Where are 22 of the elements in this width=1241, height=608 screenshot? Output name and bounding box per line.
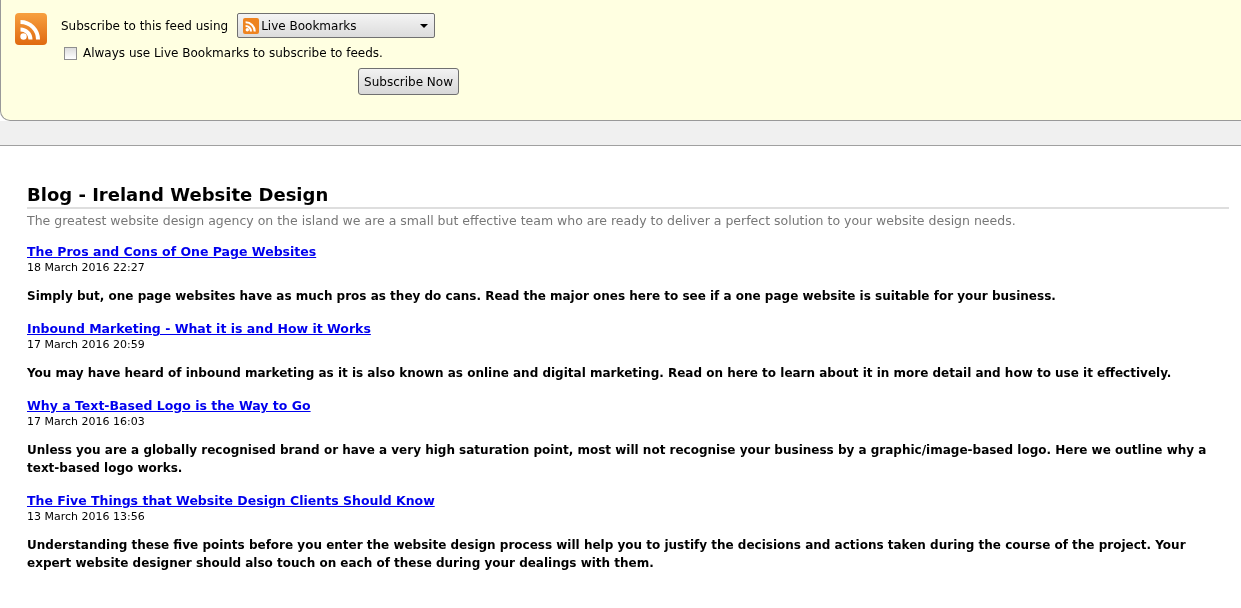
post-summary: Understanding these five points before you enter the website design process will help you to justify the decisions and actions taken during the course of the project. Your expert website designer should also touch on each of these during your dealings with them. [27,537,1187,572]
blog-title: Blog - Ireland Website Design [27,184,1229,209]
post-summary: Unless you are a globally recognised brand or have a very high saturation point, most will not recognise your business by a graphic/image-based logo. Here we outline why a text-based logo works. [27,442,1208,477]
checkbox[interactable] [64,46,77,60]
caret-icon [420,23,429,28]
post-title-link[interactable]: Inbound Marketing - What it is and How it Works [27,321,371,336]
post-date: 17 March 2016 16:03 [27,415,146,428]
checkbox-label: Always use Live Bookmarks to subscribe to feeds. [83,46,383,60]
post-title-link[interactable]: The Pros and Cons of One Page Websites [27,244,317,259]
post-summary: You may have heard of inbound marketing as it is also known as online and digital marketing. Read on here to learn about it in more detail and how to use it effectively. [27,365,1173,382]
post-title-link[interactable]: The Five Things that Website Design Clients Should Know [27,493,435,508]
reader-dropdown[interactable]: Live Bookmarks [237,13,436,38]
subscribe-button[interactable]: Subscribe Now [358,68,459,95]
post-date: 13 March 2016 13:56 [27,510,146,523]
post-summary: Simply but, one page websites have as much pros as they do cans. Read the major ones here to see if a one page website is suitable for your business. [27,288,1057,305]
rss-feed-icon [243,17,260,34]
post-date: 17 March 2016 20:59 [27,338,146,351]
post-date: 18 March 2016 22:27 [27,261,146,274]
post-title-link[interactable]: Why a Text-Based Logo is the Way to Go [27,398,311,413]
rss-feed-icon [15,13,47,45]
subscribe-label: Subscribe to this feed using [61,18,229,33]
blog-subtitle: The greatest website design agency on the island we are a small but effective team who are ready to deliver a perfect solution to your website design needs. [27,213,1017,228]
